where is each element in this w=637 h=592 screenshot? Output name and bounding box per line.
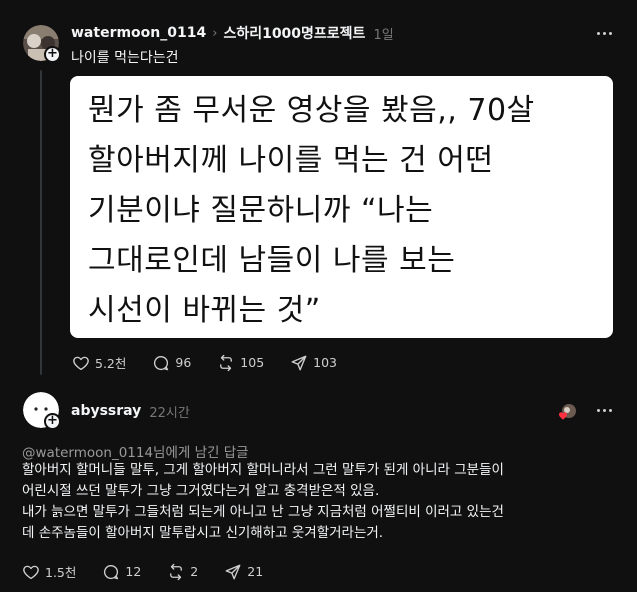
like-count: 5.2천 bbox=[95, 356, 127, 371]
repost-icon bbox=[170, 563, 183, 580]
post-text: 나이를 먹는다는건 bbox=[71, 50, 179, 66]
reply-text: 할아버지 할머니들 말투, 그게 할아버지 할머니라서 그런 말투가 된게 아니… bbox=[22, 460, 622, 544]
share-button[interactable]: 103 bbox=[290, 354, 337, 372]
more-icon[interactable] bbox=[597, 32, 612, 35]
repost-count: 105 bbox=[240, 355, 265, 370]
post-image[interactable]: 뭔가 좀 무서운 영상을 봤음,, 70살 할아버지께 나이를 먹는 건 어떤 … bbox=[70, 76, 613, 338]
reply-text-line: 내가 늙으면 말투가 그들처럼 되는게 아니고 난 그냥 지금처럼 어쩔티비 이… bbox=[22, 504, 504, 520]
follow-plus-icon[interactable]: + bbox=[44, 46, 61, 63]
share-icon bbox=[225, 564, 241, 579]
comment-count: 12 bbox=[125, 564, 142, 579]
comment-button[interactable]: 96 bbox=[152, 354, 191, 372]
image-text-line: 그대로인데 남들이 나를 보는 bbox=[88, 243, 456, 278]
share-count: 103 bbox=[313, 355, 338, 370]
repost-count: 2 bbox=[190, 564, 199, 579]
community-link[interactable]: 스하리1000명프로젝트 bbox=[223, 23, 365, 43]
like-button[interactable]: 5.2천 bbox=[72, 353, 126, 372]
reply-avatar[interactable]: + bbox=[23, 392, 61, 430]
reply-text-line: 할아버지 할머니들 말투, 그게 할아버지 할머니라서 그런 말투가 된게 아니… bbox=[22, 462, 504, 478]
repost-button[interactable]: 105 bbox=[217, 354, 264, 372]
image-text-line: 할아버지께 나이를 먹는 건 어떤 bbox=[88, 143, 494, 178]
repost-button[interactable]: 2 bbox=[167, 563, 198, 581]
post-avatar[interactable]: + bbox=[23, 25, 61, 63]
like-count: 1.5천 bbox=[45, 565, 77, 580]
reply-text-line: 데 손주놈들이 할아버지 말투랍시고 신기해하고 웃겨할거라는거. bbox=[22, 525, 384, 541]
post-time: 1일 bbox=[373, 27, 394, 43]
post-username[interactable]: watermoon_0114 bbox=[71, 25, 206, 41]
reply-time: 22시간 bbox=[149, 405, 190, 421]
more-icon[interactable] bbox=[597, 409, 612, 412]
reply-username[interactable]: abyssray bbox=[71, 403, 141, 419]
comment-button[interactable]: 12 bbox=[102, 563, 141, 581]
thread-line bbox=[40, 70, 42, 375]
follow-plus-icon[interactable]: + bbox=[44, 413, 61, 430]
image-text-line: 기분이냐 질문하니까 “나는 bbox=[88, 193, 434, 228]
post-actions: 5.2천 96 105 103 bbox=[72, 353, 363, 372]
reply-context[interactable]: @watermoon_0114님에게 남긴 답글 bbox=[22, 441, 249, 461]
repost-icon bbox=[220, 354, 233, 371]
image-text-line: 시선이 바뀌는 것” bbox=[88, 293, 321, 328]
reply-text-line: 어린시절 쓰던 말투가 그냥 그거였다는거 알고 충격받은적 있음. bbox=[22, 483, 380, 499]
heart-icon bbox=[73, 356, 89, 370]
breadcrumb-chevron-icon: › bbox=[212, 25, 218, 41]
comment-icon bbox=[154, 355, 169, 370]
heart-icon bbox=[23, 565, 39, 579]
image-text-line: 뭔가 좀 무서운 영상을 봤음,, 70살 bbox=[88, 93, 535, 128]
share-icon bbox=[291, 355, 307, 370]
share-count: 21 bbox=[247, 564, 264, 579]
reply-actions: 1.5천 12 2 21 bbox=[22, 562, 289, 581]
like-button[interactable]: 1.5천 bbox=[22, 562, 76, 581]
comment-count: 96 bbox=[175, 355, 192, 370]
author-liked-avatar bbox=[558, 402, 578, 422]
comment-icon bbox=[104, 564, 119, 579]
share-button[interactable]: 21 bbox=[224, 563, 263, 581]
liked-by-author-icon bbox=[559, 403, 577, 420]
